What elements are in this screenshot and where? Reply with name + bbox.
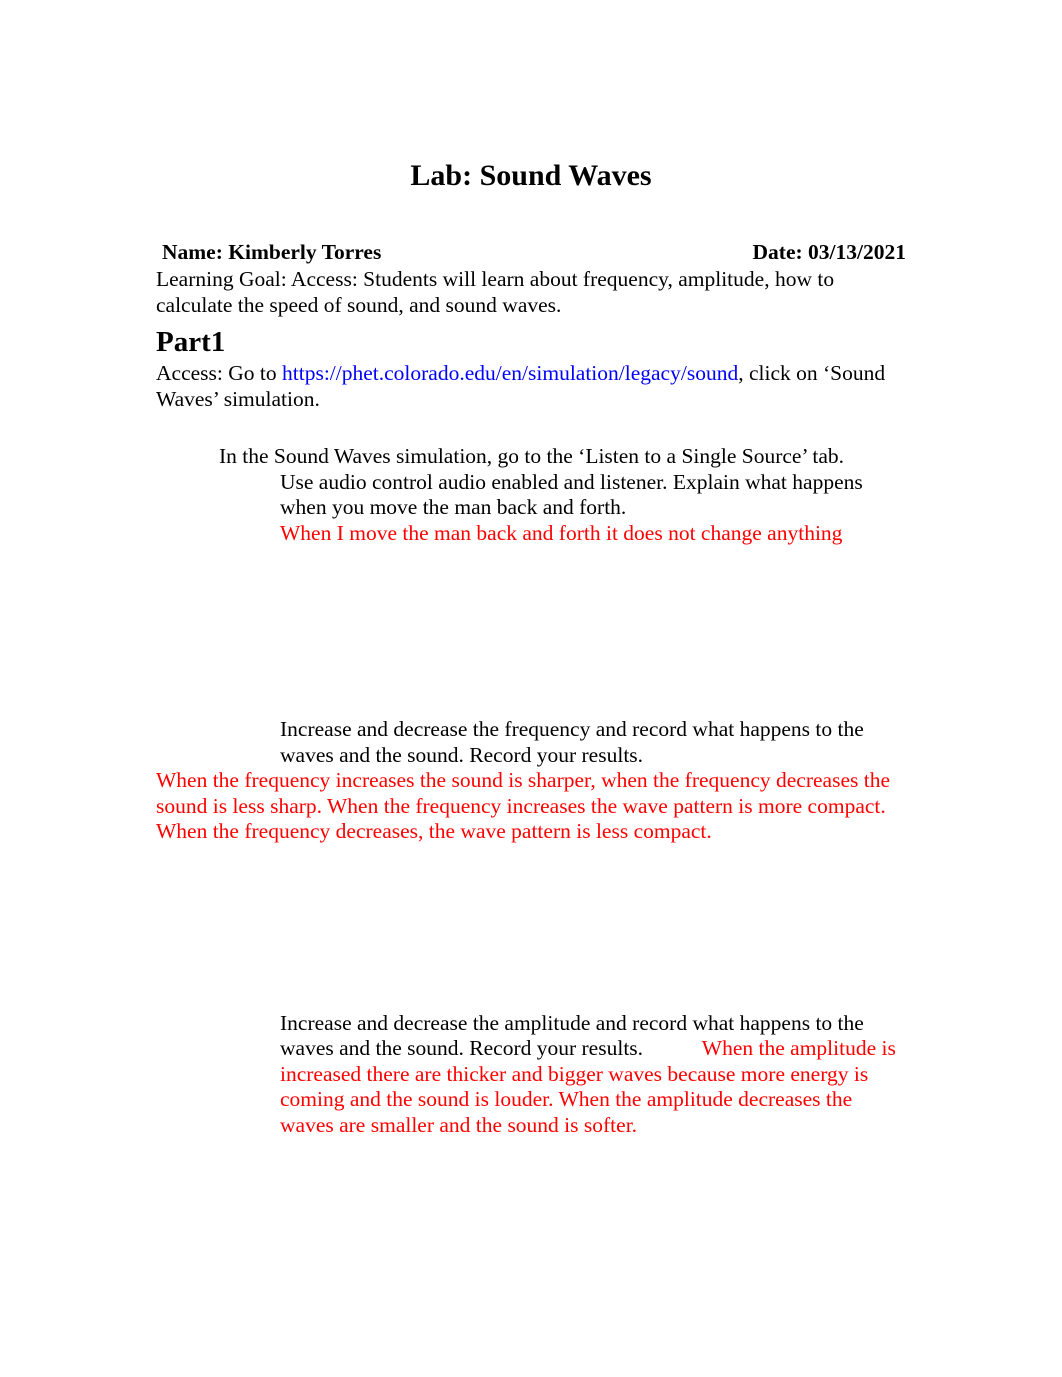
phet-simulation-link[interactable]: https://phet.colorado.edu/en/simulation/… [282,361,738,385]
task3-instruction-and-answer: Increase and decrease the amplitude and … [280,1011,906,1139]
task1-instruction-level1: In the Sound Waves simulation, go to the… [219,444,845,468]
task-block-3: Increase and decrease the amplitude and … [156,1011,906,1139]
page-title: Lab: Sound Waves [410,159,652,192]
document-page: Lab: Sound Waves Name: Kimberly Torres D… [0,0,1062,1377]
name-date-header: Name: Kimberly Torres Date: 03/13/2021 [156,239,906,265]
access-instruction-paragraph: Access: Go to https://phet.colorado.edu/… [156,361,906,412]
part1-heading: Part1 [156,326,226,358]
task1-student-answer: When I move the man back and forth it do… [280,520,843,545]
task1-instruction-level2: Use audio control audio enabled and list… [280,469,863,520]
task3-answer-gap [643,1036,702,1060]
learning-goal-paragraph: Learning Goal: Access: Students will lea… [156,267,835,317]
task-block-2: Increase and decrease the frequency and … [156,717,906,845]
task2-instruction-level2: Increase and decrease the frequency and … [280,717,864,767]
access-prefix-text: Access: Go to [156,361,282,385]
task1-image-placeholder [156,546,906,717]
task-block-1: In the Sound Waves simulation, go to the… [156,444,906,546]
document-date: Date: 03/13/2021 [752,240,906,264]
task2-student-answer: When the frequency increases the sound i… [156,768,891,843]
task2-image-placeholder [156,845,906,1011]
student-name: Name: Kimberly Torres [162,240,382,264]
